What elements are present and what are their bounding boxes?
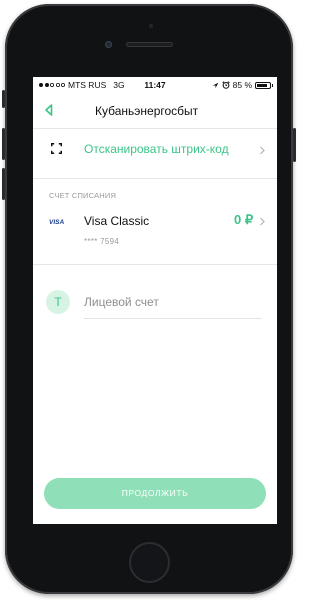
location-arrow-icon bbox=[212, 82, 218, 88]
phone-frame: MTS RUS 3G 11:47 85 % Кубаньэнергосбыт О… bbox=[2, 4, 296, 594]
battery-percent: 85 % bbox=[232, 80, 252, 90]
volume-up-button bbox=[2, 128, 5, 160]
status-right: 85 % bbox=[212, 80, 273, 90]
alarm-clock-icon bbox=[221, 81, 230, 89]
card-number: **** 7594 bbox=[84, 237, 120, 246]
account-number-field[interactable]: Лицевой счет bbox=[84, 295, 159, 309]
account-avatar: Т bbox=[46, 290, 70, 314]
navigation-bar: Кубаньэнергосбыт bbox=[33, 95, 277, 125]
home-button bbox=[129, 542, 170, 583]
mute-switch bbox=[2, 90, 5, 108]
scan-barcode-button[interactable]: Отсканировать штрих-код bbox=[33, 137, 277, 167]
account-number-row: Т Лицевой счет bbox=[33, 284, 277, 324]
power-button bbox=[293, 128, 296, 162]
chevron-right-icon bbox=[260, 217, 265, 226]
scan-divider bbox=[33, 178, 277, 179]
continue-button[interactable]: ПРОДОЛЖИТЬ bbox=[44, 478, 266, 509]
volume-down-button bbox=[2, 168, 5, 200]
card-balance: 0 ₽ bbox=[234, 212, 254, 227]
status-bar: MTS RUS 3G 11:47 85 % bbox=[33, 77, 277, 93]
visa-logo-icon: VISA bbox=[49, 219, 65, 226]
payment-source-label: СЧЕТ СПИСАНИЯ bbox=[49, 191, 117, 200]
front-camera bbox=[105, 41, 112, 48]
back-chevron-icon[interactable] bbox=[41, 102, 57, 118]
app-screen: MTS RUS 3G 11:47 85 % Кубаньэнергосбыт О… bbox=[33, 77, 277, 524]
earpiece-speaker bbox=[126, 42, 173, 47]
barcode-scan-icon bbox=[51, 143, 62, 154]
proximity-sensor bbox=[149, 24, 153, 28]
card-name: Visa Classic bbox=[84, 214, 150, 228]
battery-icon bbox=[255, 81, 273, 89]
account-field-underline bbox=[84, 318, 262, 319]
payment-card-selector[interactable]: VISA Visa Classic **** 7594 0 ₽ bbox=[33, 205, 277, 255]
card-divider bbox=[33, 264, 277, 265]
scan-barcode-label: Отсканировать штрих-код bbox=[84, 142, 229, 156]
header-divider bbox=[33, 128, 277, 129]
page-title: Кубаньэнергосбыт bbox=[95, 104, 199, 118]
chevron-right-icon bbox=[260, 146, 265, 155]
